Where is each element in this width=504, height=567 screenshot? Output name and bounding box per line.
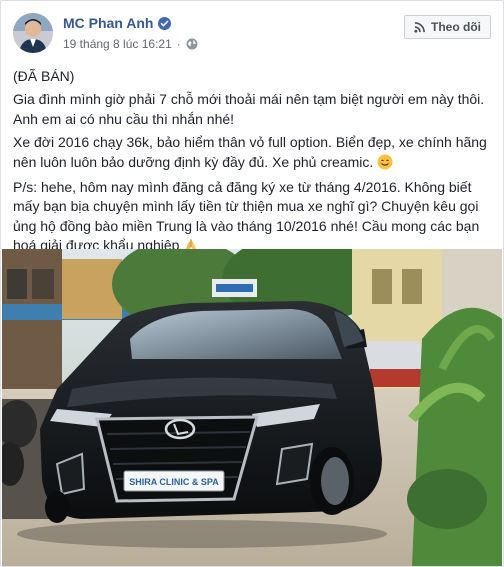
- post-paragraph-4: P/s: hehe, hôm nay mình đăng cả đăng ký …: [13, 178, 493, 256]
- follow-label: Theo dõi: [431, 20, 481, 34]
- globe-icon[interactable]: [186, 38, 198, 50]
- smile-emoji-icon: [377, 154, 393, 170]
- verified-badge-icon: [158, 16, 172, 30]
- avatar[interactable]: [13, 13, 53, 53]
- author-name[interactable]: MC Phan Anh: [63, 15, 153, 31]
- license-plate-text: SHIRA CLINIC & SPA: [129, 477, 219, 487]
- post-paragraph-3-text: Xe đời 2016 chạy 36k, bảo hiểm thân vỏ f…: [13, 134, 487, 170]
- separator-dot: ·: [176, 37, 181, 51]
- post-meta: 19 tháng 8 lúc 16:21 ·: [63, 37, 198, 51]
- post-card: MC Phan Anh 19 tháng 8 lúc 16:21 · Theo …: [0, 0, 504, 567]
- post-paragraph-1: (ĐÃ BÁN): [13, 68, 75, 84]
- post-header: MC Phan Anh 19 tháng 8 lúc 16:21 · Theo …: [13, 13, 491, 57]
- post-paragraph-2: Gia đình mình giờ phải 7 chỗ mới thoải m…: [13, 91, 485, 127]
- post-photo[interactable]: SHIRA CLINIC & SPA: [2, 249, 502, 566]
- post-paragraph-4-text: P/s: hehe, hôm nay mình đăng cả đăng ký …: [13, 179, 480, 254]
- rss-feed-icon: [414, 21, 425, 33]
- author-name-row: MC Phan Anh: [63, 15, 172, 31]
- post-timestamp[interactable]: 19 tháng 8 lúc 16:21: [63, 37, 172, 51]
- post-paragraph-3: Xe đời 2016 chạy 36k, bảo hiểm thân vỏ f…: [13, 133, 493, 172]
- post-text: (ĐÃ BÁN) Gia đình mình giờ phải 7 chỗ mớ…: [13, 67, 493, 260]
- follow-button[interactable]: Theo dõi: [404, 15, 491, 39]
